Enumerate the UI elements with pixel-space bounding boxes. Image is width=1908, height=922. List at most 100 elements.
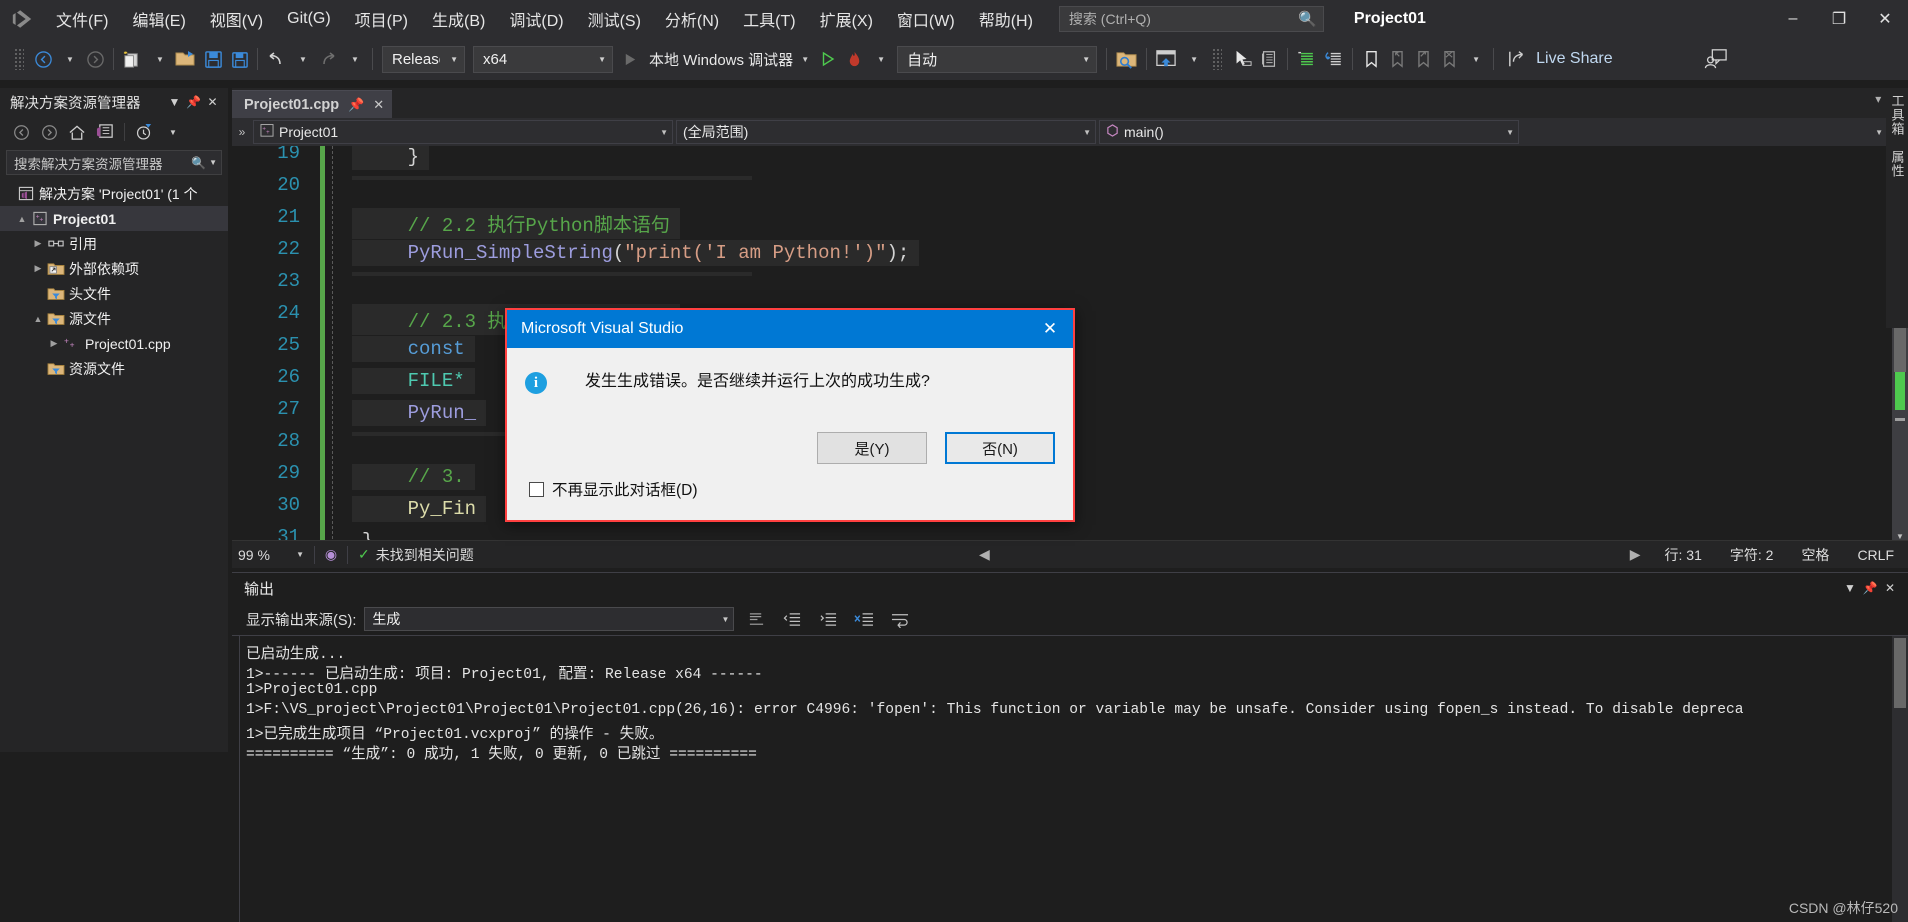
navigate-forward-button[interactable] [82, 44, 108, 74]
tree-item-external-dependencies[interactable]: ▶ 外部依赖项 [0, 256, 228, 281]
feedback-account-icon[interactable] [1701, 44, 1731, 74]
tab-project01-cpp[interactable]: Project01.cpp 📌 ✕ [232, 90, 393, 118]
clear-all-icon[interactable] [850, 607, 878, 631]
tree-item-project01[interactable]: ▲ + + Project01 [0, 206, 228, 231]
solution-platform-combo[interactable]: x64 ▼ [473, 45, 613, 73]
redo-icon[interactable] [315, 44, 341, 74]
no-button[interactable]: 否(N) [945, 432, 1055, 464]
menu-test[interactable]: 测试(S) [576, 0, 653, 38]
find-message-icon[interactable] [742, 607, 770, 631]
nav-project-combo[interactable]: + + Project01 ▼ [253, 120, 673, 144]
tree-item-resource-files[interactable]: 资源文件 [0, 356, 228, 381]
dont-show-again-checkbox-row[interactable]: 不再显示此对话框(D) [529, 478, 698, 500]
close-icon[interactable]: ✕ [1880, 581, 1900, 595]
nav-collapse-icon[interactable]: ▼ [1875, 128, 1883, 137]
save-all-icon[interactable] [226, 44, 252, 74]
menu-debug[interactable]: 调试(D) [497, 0, 575, 38]
previous-bookmark-icon[interactable] [1384, 44, 1410, 74]
undo-icon[interactable] [263, 44, 289, 74]
navigate-back-dropdown[interactable]: ▼ [56, 44, 82, 74]
chevron-down-icon[interactable]: ▼ [209, 158, 217, 167]
pin-icon[interactable]: 📌 [184, 95, 203, 109]
forward-icon[interactable] [36, 120, 62, 144]
dialog-close-button[interactable]: ✕ [1029, 311, 1071, 347]
pointer-select-icon[interactable] [1228, 44, 1256, 74]
new-project-dropdown[interactable]: ▼ [146, 44, 172, 74]
uncomment-lines-icon[interactable] [1320, 44, 1347, 74]
output-text-body[interactable]: 已启动生成... 1>------ 已启动生成: 项目: Project01, … [232, 635, 1908, 922]
chevron-down-icon[interactable]: ▼ [1840, 581, 1860, 595]
se-toolbar-dropdown[interactable]: ▼ [159, 120, 185, 144]
tree-item-project01-cpp[interactable]: ▶ + + Project01.cpp [0, 331, 228, 356]
solution-explorer-search-input[interactable]: 搜索解决方案资源管理器 🔍 ▼ [6, 150, 222, 175]
chevron-down-icon[interactable]: ▼ [165, 95, 184, 109]
close-button[interactable]: ✕ [1862, 0, 1908, 38]
menu-edit[interactable]: 编辑(E) [120, 0, 197, 38]
menu-file[interactable]: 文件(F) [44, 0, 120, 38]
start-without-debug-icon[interactable] [815, 44, 841, 74]
twisty-collapsed[interactable]: ▶ [30, 238, 46, 249]
pin-icon[interactable]: 📌 [348, 97, 364, 113]
pin-icon[interactable]: 📌 [1860, 581, 1880, 595]
code-folding-column[interactable] [332, 146, 333, 544]
menu-analyze[interactable]: 分析(N) [653, 0, 731, 38]
navigate-back-button[interactable] [30, 44, 56, 74]
restore-button[interactable]: ❐ [1816, 0, 1862, 38]
intellisense-icon[interactable]: ◉ [319, 546, 343, 563]
menu-tools[interactable]: 工具(T) [731, 0, 807, 38]
scrollbar-thumb[interactable] [1894, 638, 1906, 708]
solution-view-icon[interactable] [92, 120, 118, 144]
comment-lines-icon[interactable] [1293, 44, 1320, 74]
live-share-button[interactable]: Live Share [1499, 49, 1621, 69]
bookmark-icon[interactable] [1358, 44, 1384, 74]
menu-window[interactable]: 窗口(W) [885, 0, 967, 38]
menu-help[interactable]: 帮助(H) [967, 0, 1045, 38]
attach-combo[interactable]: 自动 ▼ [897, 45, 1098, 73]
redo-dropdown[interactable]: ▼ [341, 44, 367, 74]
tree-item-references[interactable]: ▶ 引用 [0, 231, 228, 256]
back-icon[interactable] [8, 120, 34, 144]
menu-view[interactable]: 视图(V) [198, 0, 275, 38]
start-debug-play-icon[interactable] [617, 44, 643, 74]
undo-dropdown[interactable]: ▼ [289, 44, 315, 74]
solution-configuration-combo[interactable]: Release ▼ [382, 45, 465, 73]
tree-item-header-files[interactable]: 头文件 [0, 281, 228, 306]
toggle-word-wrap-icon[interactable] [886, 607, 914, 631]
open-file-icon[interactable] [172, 44, 200, 74]
save-icon[interactable] [200, 44, 226, 74]
bookmarks-overflow[interactable]: ▼ [1462, 44, 1488, 74]
scroll-left-icon[interactable]: ◀ [969, 546, 1000, 563]
close-icon[interactable]: ✕ [373, 97, 384, 113]
hot-reload-dropdown[interactable]: ▼ [867, 44, 893, 74]
nav-overflow-icon[interactable]: » [234, 125, 250, 139]
next-bookmark-icon[interactable] [1410, 44, 1436, 74]
output-source-combo[interactable]: 生成 ▼ [364, 607, 735, 631]
dont-show-again-checkbox[interactable] [529, 481, 544, 497]
clear-bookmarks-icon[interactable] [1436, 44, 1462, 74]
menu-extensions[interactable]: 扩展(X) [808, 0, 885, 38]
window-layout-dropdown[interactable]: ▼ [1180, 44, 1206, 74]
global-search-input[interactable]: 搜索 (Ctrl+Q) 🔍 [1058, 6, 1324, 32]
twisty-collapsed[interactable]: ▶ [46, 338, 62, 349]
menu-build[interactable]: 生成(B) [420, 0, 497, 38]
pending-changes-icon[interactable] [131, 120, 157, 144]
indentation-indicator[interactable]: 空格 [1787, 545, 1843, 565]
nav-scope-combo[interactable]: (全局范围) ▼ [676, 120, 1096, 144]
tree-item-source-files[interactable]: ▲ 源文件 [0, 306, 228, 331]
solution-explorer-window-icon[interactable] [1152, 44, 1180, 74]
home-icon[interactable] [64, 120, 90, 144]
tab-toolbox[interactable]: 工具箱 [1888, 94, 1907, 136]
toolbar-grip[interactable] [14, 48, 24, 70]
scroll-right-icon[interactable]: ▶ [1620, 546, 1651, 563]
search-folder-icon[interactable] [1112, 44, 1141, 74]
twisty-collapsed[interactable]: ▶ [30, 263, 46, 274]
output-vertical-scrollbar[interactable] [1892, 636, 1908, 922]
tree-item-solution[interactable]: 解决方案 'Project01' (1 个 [0, 181, 228, 206]
twisty-expanded[interactable]: ▲ [30, 314, 46, 324]
hot-reload-icon[interactable] [841, 44, 867, 74]
toolbar-grip-2[interactable] [1212, 48, 1223, 70]
close-icon[interactable]: ✕ [203, 95, 222, 109]
toolbox-panel-icon[interactable] [1256, 44, 1282, 74]
tab-properties[interactable]: 属性 [1888, 150, 1907, 178]
line-ending-indicator[interactable]: CRLF [1843, 547, 1908, 563]
